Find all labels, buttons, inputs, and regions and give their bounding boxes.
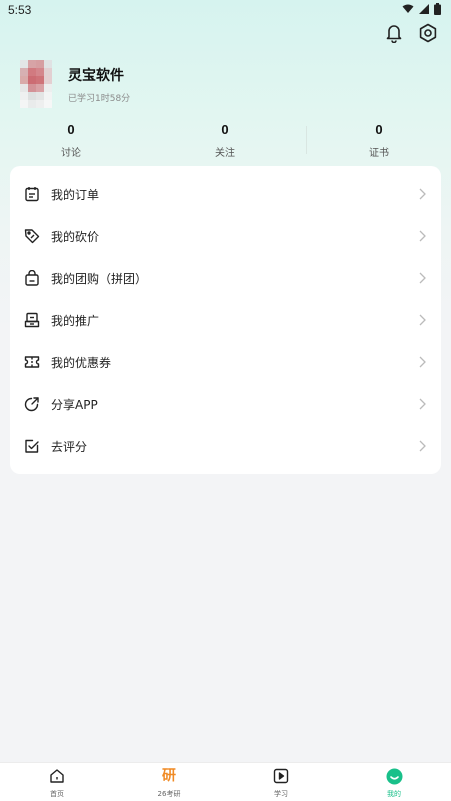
menu-item-label: 我的砍价 — [51, 229, 100, 244]
settings-icon[interactable] — [417, 22, 439, 44]
menu-item-label: 我的优惠券 — [51, 355, 112, 370]
avatar[interactable] — [20, 60, 52, 108]
profile-face-icon — [364, 767, 424, 785]
bottom-tab-bar: 首页 研 26考研 学习 我的 — [0, 762, 451, 801]
profile-info: 灵宝软件 已学习1时58分 — [68, 65, 130, 104]
stat-certificate[interactable]: 0 证书 — [349, 122, 409, 159]
status-bar: 5:53 — [0, 0, 451, 22]
tab-home[interactable]: 首页 — [27, 767, 87, 799]
status-time: 5:53 — [8, 3, 32, 17]
menu-card: 我的订单 我的砍价 我的团购（拼团） 我的推广 我的优惠券 分享APP 去评分 — [10, 166, 441, 474]
stat-value: 0 — [375, 122, 383, 137]
menu-item-label: 分享APP — [51, 397, 98, 412]
chevron-right-icon — [417, 229, 427, 243]
stat-discussion[interactable]: 0 讨论 — [41, 122, 101, 159]
chevron-right-icon — [417, 439, 427, 453]
stat-divider — [306, 126, 307, 154]
study-time: 已学习1时58分 — [68, 93, 131, 104]
tab-study[interactable]: 学习 — [251, 767, 311, 799]
stat-label: 证书 — [369, 148, 389, 159]
menu-item-label: 我的团购（拼团） — [51, 271, 148, 286]
stat-label: 关注 — [215, 148, 235, 159]
tab-mine[interactable]: 我的 — [364, 767, 424, 799]
chevron-right-icon — [417, 355, 427, 369]
stats-row: 0 讨论 0 关注 0 证书 — [0, 122, 451, 162]
menu-item-coupons[interactable]: 我的优惠券 — [10, 341, 441, 383]
menu-item-promotion[interactable]: 我的推广 — [10, 299, 441, 341]
signal-icon — [419, 4, 429, 17]
group-buy-bag-icon — [23, 269, 41, 287]
tab-label: 学习 — [274, 790, 288, 798]
stat-follow[interactable]: 0 关注 — [195, 122, 255, 159]
header-actions — [383, 22, 439, 44]
share-icon — [23, 395, 41, 413]
tab-label: 26考研 — [157, 790, 181, 798]
tab-label: 我的 — [387, 790, 401, 798]
chevron-right-icon — [417, 271, 427, 285]
battery-icon — [434, 3, 441, 18]
menu-item-label: 我的推广 — [51, 313, 100, 328]
bargain-tag-icon — [23, 227, 41, 245]
rate-icon — [23, 437, 41, 455]
promotion-icon — [23, 311, 41, 329]
profile-name: 灵宝软件 — [68, 67, 124, 84]
stat-label: 讨论 — [61, 148, 81, 159]
order-icon — [23, 185, 41, 203]
menu-item-share[interactable]: 分享APP — [10, 383, 441, 425]
bell-icon[interactable] — [383, 22, 405, 44]
menu-item-label: 去评分 — [51, 439, 88, 454]
chevron-right-icon — [417, 187, 427, 201]
chevron-right-icon — [417, 313, 427, 327]
menu-item-group-buy[interactable]: 我的团购（拼团） — [10, 257, 441, 299]
wifi-icon — [402, 4, 414, 17]
play-icon — [251, 767, 311, 785]
menu-item-bargain[interactable]: 我的砍价 — [10, 215, 441, 257]
coupon-icon — [23, 353, 41, 371]
chevron-right-icon — [417, 397, 427, 411]
status-icons — [402, 3, 441, 18]
menu-item-rate[interactable]: 去评分 — [10, 425, 441, 467]
menu-item-label: 我的订单 — [51, 187, 100, 202]
tab-exam[interactable]: 研 26考研 — [139, 767, 199, 799]
menu-item-orders[interactable]: 我的订单 — [10, 173, 441, 215]
stat-value: 0 — [67, 122, 75, 137]
home-icon — [27, 767, 87, 785]
profile-section[interactable]: 灵宝软件 已学习1时58分 — [20, 60, 130, 108]
stat-value: 0 — [221, 122, 229, 137]
tab-label: 首页 — [50, 790, 64, 798]
exam-glyph-icon: 研 — [162, 768, 176, 784]
